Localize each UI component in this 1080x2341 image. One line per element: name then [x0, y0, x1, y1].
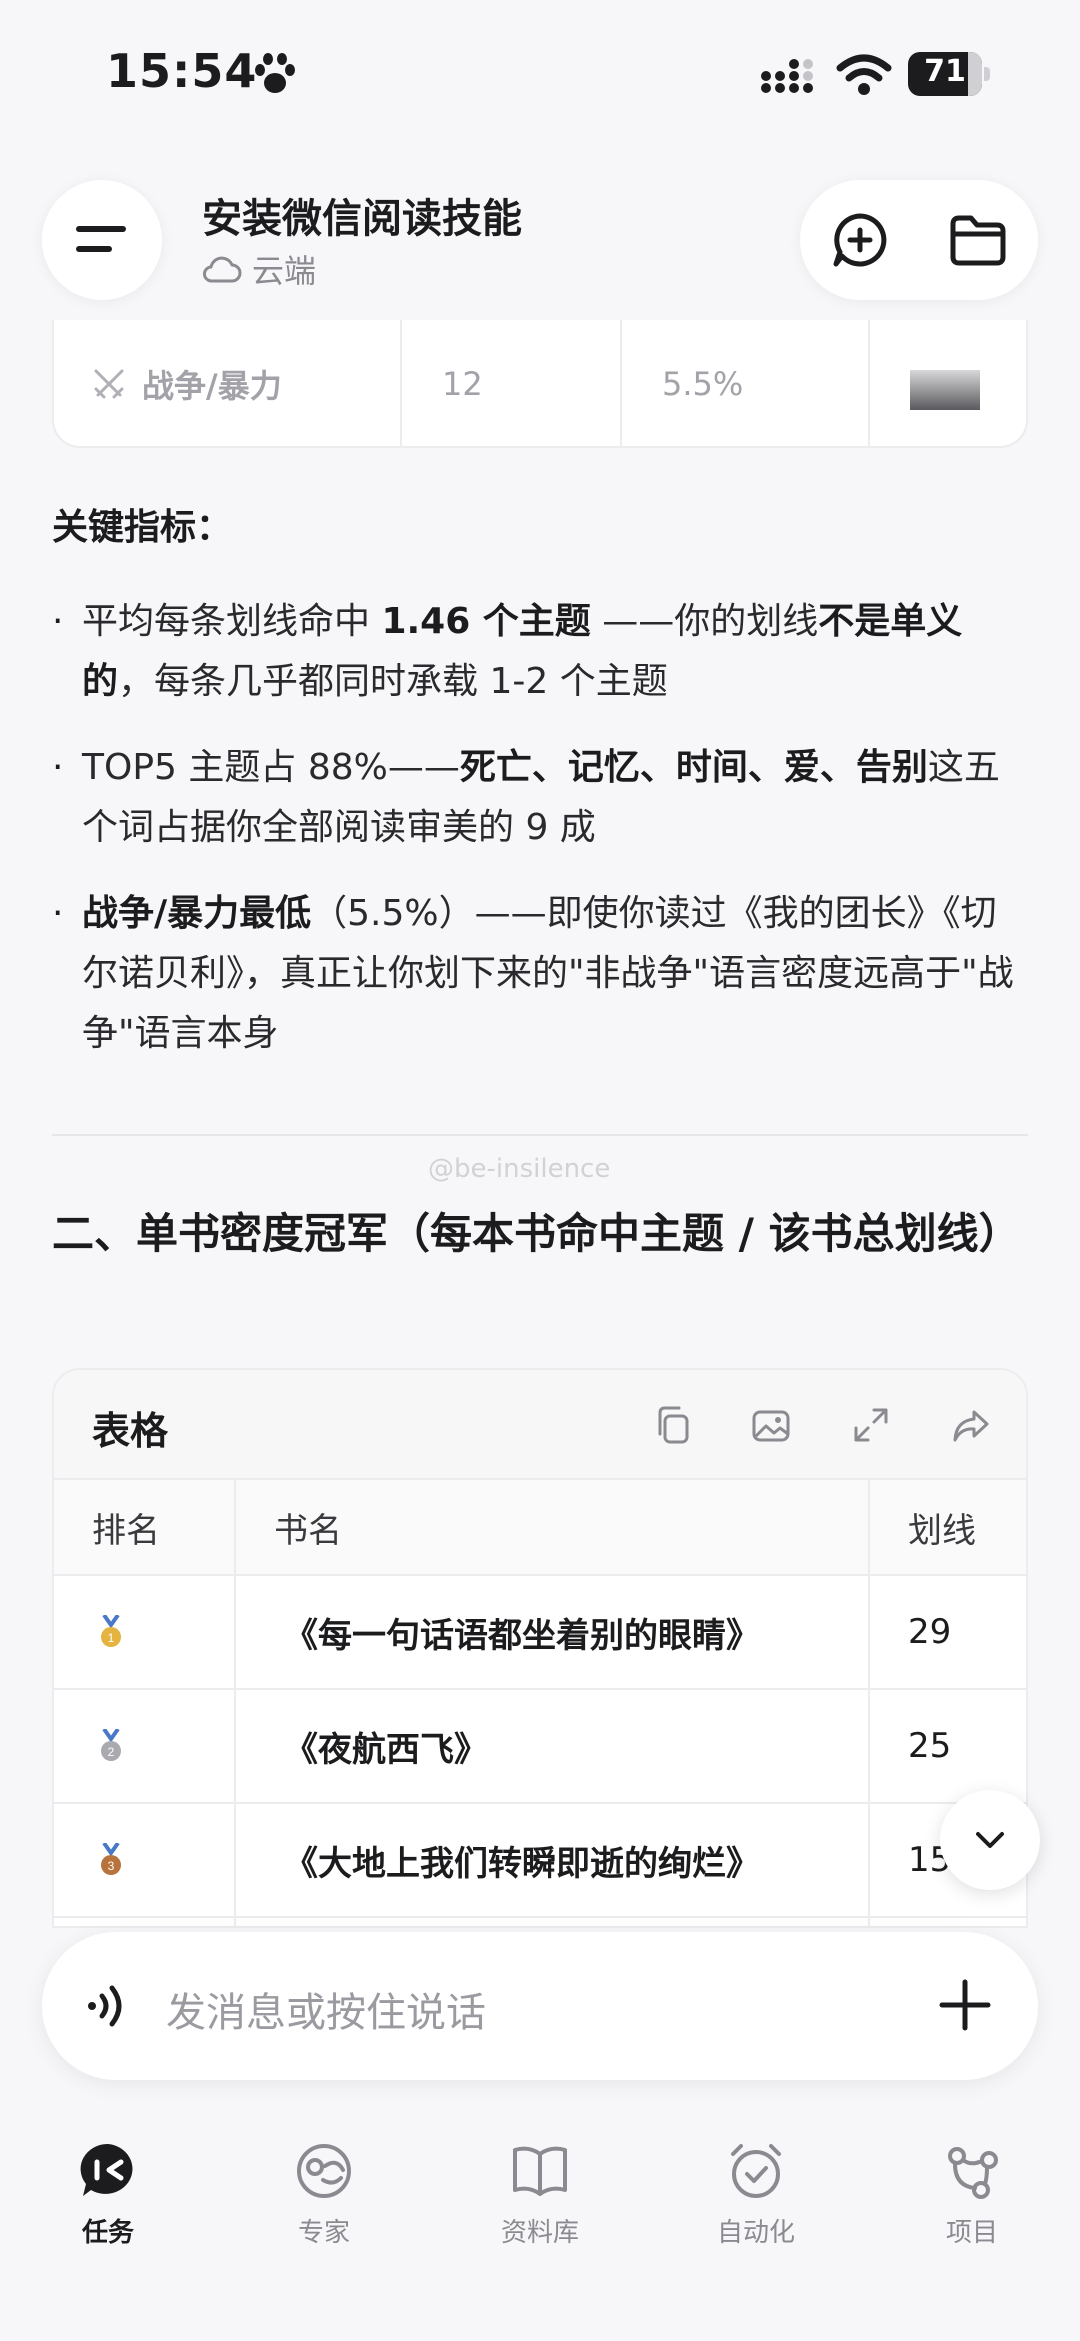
- share-icon[interactable]: [950, 1404, 992, 1446]
- folder-icon[interactable]: [948, 212, 1008, 268]
- table-title: 表格: [92, 1409, 169, 1453]
- density-table: 表格 排名 书名 划线 1 《每一句话语都坐着别的眼睛》 29 2 《夜航西飞》…: [52, 1368, 1028, 1928]
- nav-item-tasks[interactable]: 任务: [38, 2140, 178, 2249]
- bottom-nav: 任务 专家 资料库 自动化 项目: [0, 2120, 1080, 2341]
- image-export-icon[interactable]: [750, 1404, 792, 1446]
- chevron-down-icon: [976, 1832, 1004, 1848]
- wifi-icon: [836, 54, 892, 95]
- table-row: 战争/暴力: [92, 320, 282, 446]
- voice-icon[interactable]: [80, 1978, 136, 2034]
- cloud-icon: [203, 256, 242, 283]
- expand-icon[interactable]: [850, 1404, 892, 1446]
- theme-table-partial: 战争/暴力 12 5.5%: [52, 320, 1028, 448]
- header-actions: [800, 180, 1038, 300]
- metric-bullet-1: 平均每条划线命中 1.46 个主题 ——你的划线不是单义的，每条几乎都同时承载 …: [82, 601, 963, 702]
- menu-button[interactable]: [42, 180, 162, 300]
- scroll-down-button[interactable]: [940, 1790, 1040, 1890]
- menu-icon: [76, 226, 126, 232]
- battery-icon: 71: [908, 52, 990, 96]
- bronze-medal-icon: 3: [101, 1843, 121, 1875]
- paw-icon: [255, 53, 295, 93]
- divider: [52, 1134, 1028, 1136]
- battery-level: 71: [924, 54, 966, 89]
- cloud-status: 云端: [202, 246, 316, 292]
- table-row: 3 《大地上我们转瞬即逝的绚烂》 15: [54, 1804, 1026, 1918]
- metric-bullet-2: TOP5 主题占 88%——死亡、记忆、时间、爱、告别这五个词占据你全部阅读审美…: [82, 747, 1000, 848]
- table-row: 1 《每一句话语都坐着别的眼睛》 29: [54, 1576, 1026, 1690]
- cellular-signal-icon: [761, 59, 813, 93]
- projects-icon: [948, 2147, 998, 2199]
- crossed-swords-icon: [94, 369, 124, 399]
- page-title: 安装微信阅读技能: [202, 196, 522, 242]
- tasks-icon: [80, 2143, 133, 2196]
- nav-item-library[interactable]: 资料库: [470, 2140, 610, 2249]
- table-row: 2 《夜航西飞》 25: [54, 1690, 1026, 1804]
- book-icon: [513, 2146, 567, 2196]
- svg-text:2: 2: [108, 1745, 115, 1759]
- nav-item-projects[interactable]: 项目: [902, 2140, 1042, 2249]
- table-column-headers: 排名 书名 划线: [54, 1480, 1026, 1576]
- nav-item-experts[interactable]: 专家: [254, 2140, 394, 2249]
- metric-bullet-3: 战争/暴力最低（5.5%）——即使你读过《我的团长》《切尔诺贝利》，真正让你划下…: [82, 893, 1014, 1054]
- silver-medal-icon: 2: [101, 1729, 121, 1761]
- watermark: @be-insilence: [428, 1154, 611, 1184]
- new-chat-icon[interactable]: [830, 210, 890, 270]
- plus-icon[interactable]: [936, 1976, 994, 2034]
- experts-icon: [297, 2144, 351, 2198]
- bar-swatch: [910, 370, 980, 410]
- copy-icon[interactable]: [652, 1404, 694, 1446]
- nav-item-automation[interactable]: 自动化: [686, 2140, 826, 2249]
- message-input[interactable]: 发消息或按住说话: [166, 1980, 486, 2038]
- cloud-label: 云端: [252, 252, 317, 290]
- table-header-bar: 表格: [54, 1370, 1026, 1480]
- status-time: 15:54: [106, 44, 258, 98]
- gold-medal-icon: 1: [101, 1615, 121, 1647]
- key-metrics-label: 关键指标：: [52, 507, 233, 548]
- message-input-bar[interactable]: 发消息或按住说话: [42, 1932, 1038, 2080]
- alarm-clock-icon: [731, 2144, 781, 2198]
- svg-text:1: 1: [108, 1631, 115, 1645]
- section-heading: 二、单书密度冠军（每本书命中主题 / 该书总划线）: [52, 1209, 1021, 1258]
- svg-text:3: 3: [108, 1859, 115, 1873]
